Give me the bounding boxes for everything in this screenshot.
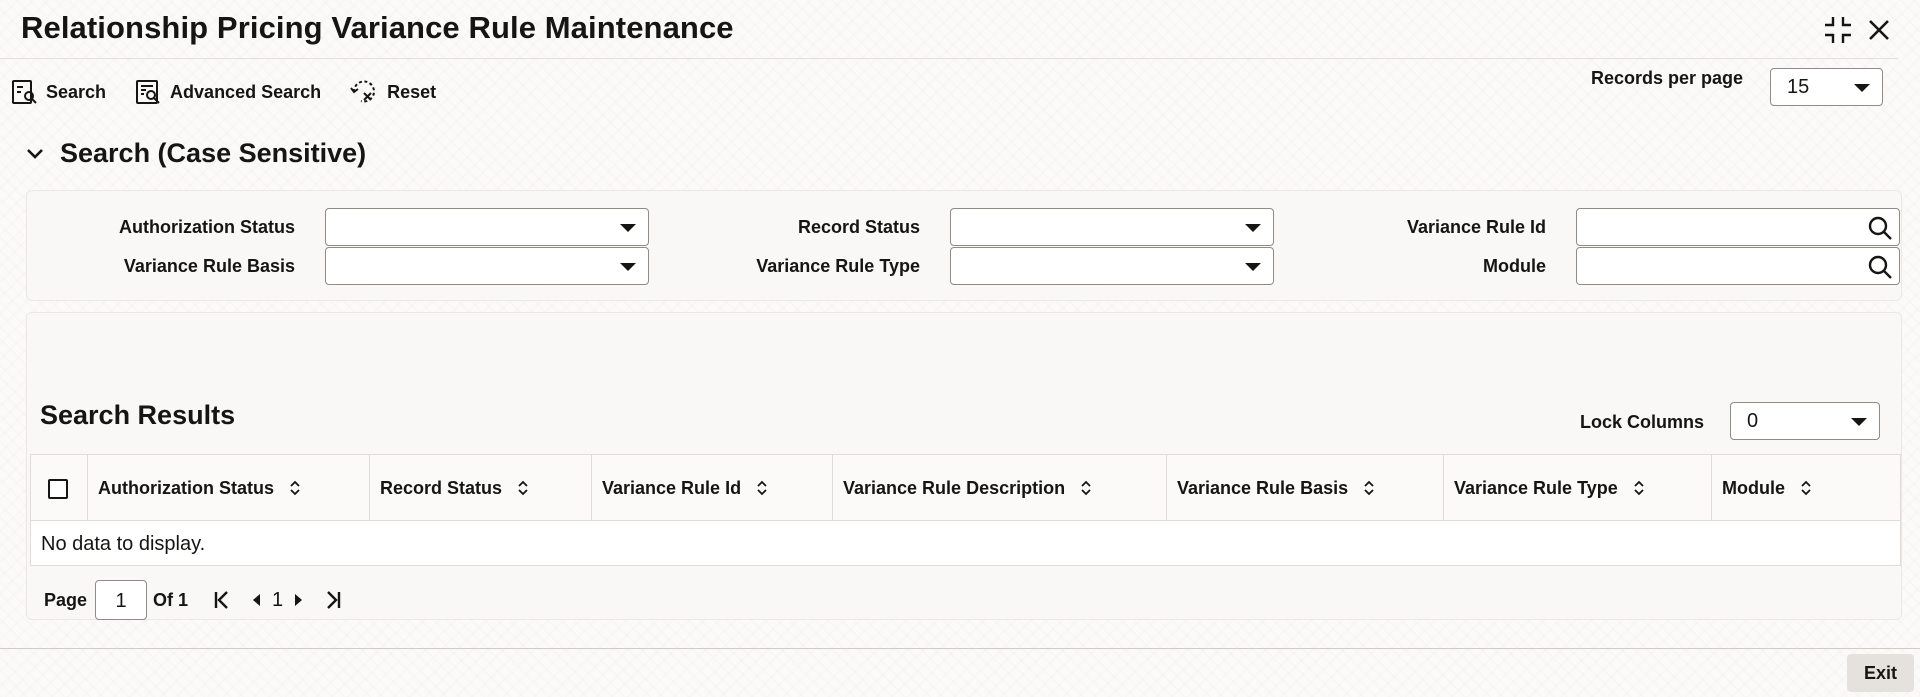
lock-columns-label: Lock Columns (1580, 412, 1705, 432)
select-all-checkbox[interactable] (48, 479, 68, 499)
chevron-down-icon (1245, 263, 1261, 271)
variance-rule-basis-label: Variance Rule Basis (123, 256, 295, 276)
pagination: Page 1 Of 1 1 (44, 580, 345, 620)
results-table: Authorization Status Record Status Varia… (30, 454, 1901, 566)
lock-columns-select[interactable]: 0 (1730, 402, 1880, 440)
sort-icon[interactable] (516, 479, 530, 497)
advanced-search-icon (136, 80, 160, 104)
variance-rule-id-input[interactable] (1576, 208, 1900, 246)
exit-button[interactable]: Exit (1847, 654, 1914, 692)
sort-icon[interactable] (288, 479, 302, 497)
chevron-down-icon (1854, 84, 1870, 92)
previous-page-icon[interactable] (248, 590, 264, 610)
advanced-search-button[interactable]: Advanced Search (134, 76, 321, 108)
header-divider (0, 58, 1898, 59)
empty-table-message: No data to display. (41, 533, 206, 555)
column-header-variance-rule-description[interactable]: Variance Rule Description (832, 455, 1166, 521)
search-results-title: Search Results (40, 400, 236, 430)
search-icon[interactable] (1866, 214, 1894, 242)
toolbar: Search Advanced Search Reset (10, 76, 464, 108)
search-criteria-panel: Authorization Status Variance Rule Basis… (26, 190, 1902, 301)
page-number-input[interactable]: 1 (95, 580, 148, 620)
search-button-label: Search (46, 81, 107, 102)
search-section-title: Search (Case Sensitive) (60, 138, 367, 168)
variance-rule-type-select[interactable] (950, 247, 1274, 285)
module-input[interactable] (1576, 247, 1900, 285)
column-header-module[interactable]: Module (1711, 455, 1900, 521)
chevron-down-icon (1245, 224, 1261, 232)
page-label: Page (44, 589, 88, 610)
lock-columns-value: 0 (1747, 409, 1759, 432)
column-header-variance-rule-type[interactable]: Variance Rule Type (1443, 455, 1711, 521)
variance-rule-type-label: Variance Rule Type (756, 256, 920, 276)
records-per-page-value: 15 (1787, 75, 1810, 98)
advanced-search-button-label: Advanced Search (170, 81, 322, 102)
sort-icon[interactable] (1079, 479, 1093, 497)
page-number-link[interactable]: 1 (272, 589, 283, 612)
column-header-variance-rule-basis[interactable]: Variance Rule Basis (1166, 455, 1443, 521)
reset-button[interactable]: Reset (349, 76, 436, 108)
variance-rule-id-label: Variance Rule Id (1406, 217, 1546, 237)
page-title: Relationship Pricing Variance Rule Maint… (21, 10, 734, 45)
last-page-icon[interactable] (321, 588, 345, 612)
record-status-label: Record Status (797, 217, 920, 237)
records-per-page-label: Records per page (1591, 68, 1744, 88)
sort-icon[interactable] (1799, 479, 1813, 497)
column-label: Variance Rule Description (843, 477, 1066, 498)
column-header-authorization-status[interactable]: Authorization Status (87, 455, 369, 521)
search-section-toggle[interactable]: Search (Case Sensitive) (24, 138, 366, 169)
next-page-icon[interactable] (291, 590, 307, 610)
sort-icon[interactable] (755, 479, 769, 497)
column-label: Variance Rule Type (1454, 477, 1618, 498)
footer-divider (0, 648, 1920, 649)
chevron-down-icon (620, 263, 636, 271)
authorization-status-label: Authorization Status (119, 217, 295, 237)
chevron-down-icon (27, 148, 43, 159)
column-header-record-status[interactable]: Record Status (369, 455, 591, 521)
collapse-icon[interactable] (1822, 14, 1854, 46)
reset-button-label: Reset (387, 81, 437, 102)
close-icon[interactable] (1863, 14, 1895, 46)
column-label: Variance Rule Id (602, 477, 742, 498)
search-form-icon (12, 80, 37, 104)
authorization-status-select[interactable] (325, 208, 649, 246)
chevron-down-icon (620, 224, 636, 232)
first-page-icon[interactable] (210, 588, 234, 612)
search-button[interactable]: Search (10, 76, 106, 108)
column-label: Module (1722, 477, 1785, 498)
sort-icon[interactable] (1362, 479, 1376, 497)
column-header-variance-rule-id[interactable]: Variance Rule Id (591, 455, 832, 521)
search-icon[interactable] (1866, 253, 1894, 281)
column-label: Variance Rule Basis (1177, 477, 1349, 498)
module-label: Module (1483, 256, 1546, 276)
reset-icon (350, 80, 376, 103)
record-status-select[interactable] (950, 208, 1274, 246)
sort-icon[interactable] (1632, 479, 1646, 497)
table-header: Authorization Status Record Status Varia… (31, 455, 1900, 521)
column-label: Record Status (380, 477, 503, 498)
column-label: Authorization Status (98, 477, 274, 498)
records-per-page-select[interactable]: 15 (1770, 68, 1883, 106)
page-of-label: Of 1 (153, 589, 189, 610)
chevron-down-icon (1851, 418, 1867, 426)
variance-rule-basis-select[interactable] (325, 247, 649, 285)
